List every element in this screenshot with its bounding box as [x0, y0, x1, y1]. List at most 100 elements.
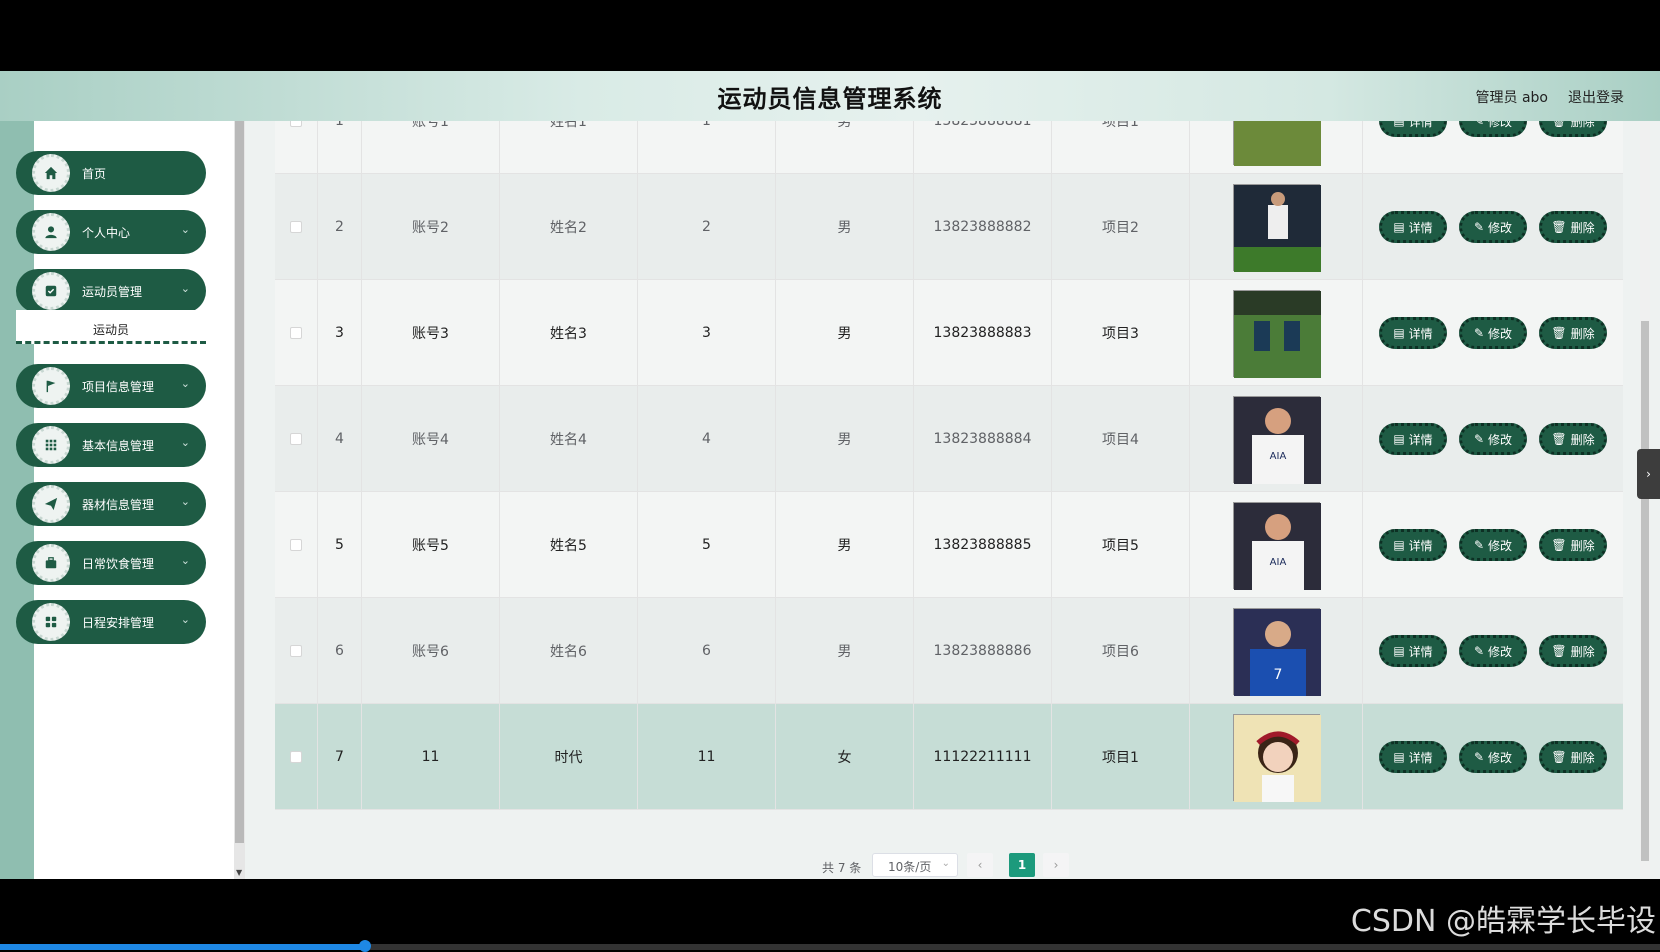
cell-name: 姓名4	[500, 386, 638, 492]
grid-icon	[32, 426, 70, 464]
sidebar-item-label: 日程安排管理	[82, 616, 155, 630]
edit-button[interactable]: ✎ 修改	[1459, 529, 1527, 561]
athlete-photo[interactable]	[1232, 713, 1321, 802]
row-checkbox[interactable]	[290, 221, 302, 233]
app-window: 运动员信息管理系统 管理员 abo 退出登录 首页 个人中心 ⌄ 运动员管理 ⌄ 项目信息…	[0, 71, 1660, 879]
edit-icon: ✎	[1473, 121, 1485, 128]
athlete-photo[interactable]: AIA	[1232, 395, 1321, 484]
table-row: 6 账号6 姓名6 6 男 13823888886 项目6 7 ▤ 详情 ✎ 修改 🗑 删除	[275, 598, 1623, 704]
sidebar-item-8[interactable]: 日程安排管理 ⌄	[16, 600, 206, 644]
edit-button[interactable]: ✎ 修改	[1459, 741, 1527, 773]
cell-account: 账号3	[362, 280, 500, 386]
next-page-button[interactable]: ›	[1043, 853, 1069, 877]
sidebar-item-5[interactable]: 基本信息管理 ⌄	[16, 423, 206, 467]
detail-button[interactable]: ▤ 详情	[1379, 741, 1447, 773]
svg-text:AIA: AIA	[1269, 451, 1286, 462]
delete-button[interactable]: 🗑 删除	[1539, 121, 1607, 137]
main-scroll-thumb[interactable]	[1641, 321, 1649, 861]
row-checkbox[interactable]	[290, 121, 302, 127]
athlete-photo[interactable]	[1232, 289, 1321, 378]
video-progress-bar[interactable]	[0, 940, 1660, 952]
prev-page-button[interactable]: ‹	[967, 853, 993, 877]
delete-label: 删除	[1570, 220, 1595, 235]
current-page-button[interactable]: 1	[1009, 853, 1035, 877]
row-index: 3	[318, 280, 362, 386]
sidebar-item-6[interactable]: 器材信息管理 ⌄	[16, 482, 206, 526]
pagination: 共 7 条 10条/页 ⌄ ‹ 1 ›	[245, 853, 1650, 879]
cell-project: 项目6	[1052, 598, 1190, 704]
edit-button[interactable]: ✎ 修改	[1459, 423, 1527, 455]
cell-actions: ▤ 详情 ✎ 修改 🗑 删除	[1363, 174, 1623, 280]
detail-button[interactable]: ▤ 详情	[1379, 211, 1447, 243]
cell-number: 6	[638, 598, 776, 704]
row-checkbox[interactable]	[290, 433, 302, 445]
edit-button[interactable]: ✎ 修改	[1459, 211, 1527, 243]
flag-icon	[32, 367, 70, 405]
cell-project: 项目1	[1052, 704, 1190, 810]
submenu-item-athlete[interactable]: 运动员	[16, 310, 206, 344]
sidebar-scrollbar[interactable]: ▼	[234, 121, 245, 879]
logout-link[interactable]: 退出登录	[1568, 87, 1624, 107]
page-size-select[interactable]: 10条/页 ⌄	[872, 853, 958, 877]
edit-button[interactable]: ✎ 修改	[1459, 121, 1527, 137]
video-progress-knob[interactable]	[359, 940, 372, 952]
page-size-value: 10条/页	[888, 860, 932, 874]
sidebar-item-4[interactable]: 项目信息管理 ⌄	[16, 364, 206, 408]
row-checkbox[interactable]	[290, 751, 302, 763]
cell-number: 1	[638, 121, 776, 174]
athlete-photo[interactable]	[1232, 183, 1321, 272]
detail-button[interactable]: ▤ 详情	[1379, 317, 1447, 349]
cell-gender: 男	[776, 598, 914, 704]
delete-button[interactable]: 🗑 删除	[1539, 211, 1607, 243]
document-icon: ▤	[1393, 432, 1405, 446]
svg-text:AIA: AIA	[1269, 557, 1286, 568]
sidebar-item-7[interactable]: 日常饮食管理 ⌄	[16, 541, 206, 585]
document-icon: ▤	[1393, 750, 1405, 764]
sidebar-item-1[interactable]: 首页	[16, 151, 206, 195]
trash-icon: 🗑	[1551, 220, 1567, 234]
athlete-photo[interactable]: AIA	[1232, 501, 1321, 590]
delete-button[interactable]: 🗑 删除	[1539, 317, 1607, 349]
row-checkbox[interactable]	[290, 327, 302, 339]
row-checkbox[interactable]	[290, 539, 302, 551]
scroll-down-icon[interactable]: ▼	[236, 868, 242, 877]
detail-button[interactable]: ▤ 详情	[1379, 423, 1447, 455]
main-scrollbar[interactable]	[1640, 121, 1650, 879]
cell-project: 项目3	[1052, 280, 1190, 386]
detail-label: 详情	[1408, 326, 1433, 341]
detail-label: 详情	[1408, 121, 1433, 129]
apps-icon	[32, 603, 70, 641]
delete-button[interactable]: 🗑 删除	[1539, 529, 1607, 561]
cell-phone: 13823888881	[914, 121, 1052, 174]
document-icon: ▤	[1393, 644, 1405, 658]
delete-button[interactable]: 🗑 删除	[1539, 741, 1607, 773]
cell-phone: 13823888884	[914, 386, 1052, 492]
athlete-photo[interactable]: 7	[1232, 607, 1321, 696]
row-index: 7	[318, 704, 362, 810]
detail-button[interactable]: ▤ 详情	[1379, 635, 1447, 667]
delete-button[interactable]: 🗑 删除	[1539, 635, 1607, 667]
document-icon: ▤	[1393, 326, 1405, 340]
chevron-down-icon: ⌄	[180, 495, 190, 508]
edit-button[interactable]: ✎ 修改	[1459, 317, 1527, 349]
cell-project: 项目2	[1052, 174, 1190, 280]
id-card-icon	[32, 272, 70, 310]
sidebar-scroll-thumb[interactable]	[235, 121, 244, 843]
detail-button[interactable]: ▤ 详情	[1379, 529, 1447, 561]
delete-label: 删除	[1570, 326, 1595, 341]
cell-phone: 13823888886	[914, 598, 1052, 704]
row-checkbox[interactable]	[290, 645, 302, 657]
cell-gender: 男	[776, 121, 914, 174]
edit-button[interactable]: ✎ 修改	[1459, 635, 1527, 667]
sidebar-item-2[interactable]: 个人中心 ⌄	[16, 210, 206, 254]
cell-gender: 男	[776, 174, 914, 280]
cell-phone: 11122211111	[914, 704, 1052, 810]
edit-label: 修改	[1488, 750, 1513, 765]
athlete-photo[interactable]: o[	[1232, 121, 1321, 166]
detail-button[interactable]: ▤ 详情	[1379, 121, 1447, 137]
sidebar-item-3[interactable]: 运动员管理 ⌄	[16, 269, 206, 313]
side-expand-tab[interactable]: ›	[1637, 449, 1660, 499]
send-icon	[32, 485, 70, 523]
delete-button[interactable]: 🗑 删除	[1539, 423, 1607, 455]
cell-photo	[1190, 280, 1363, 386]
